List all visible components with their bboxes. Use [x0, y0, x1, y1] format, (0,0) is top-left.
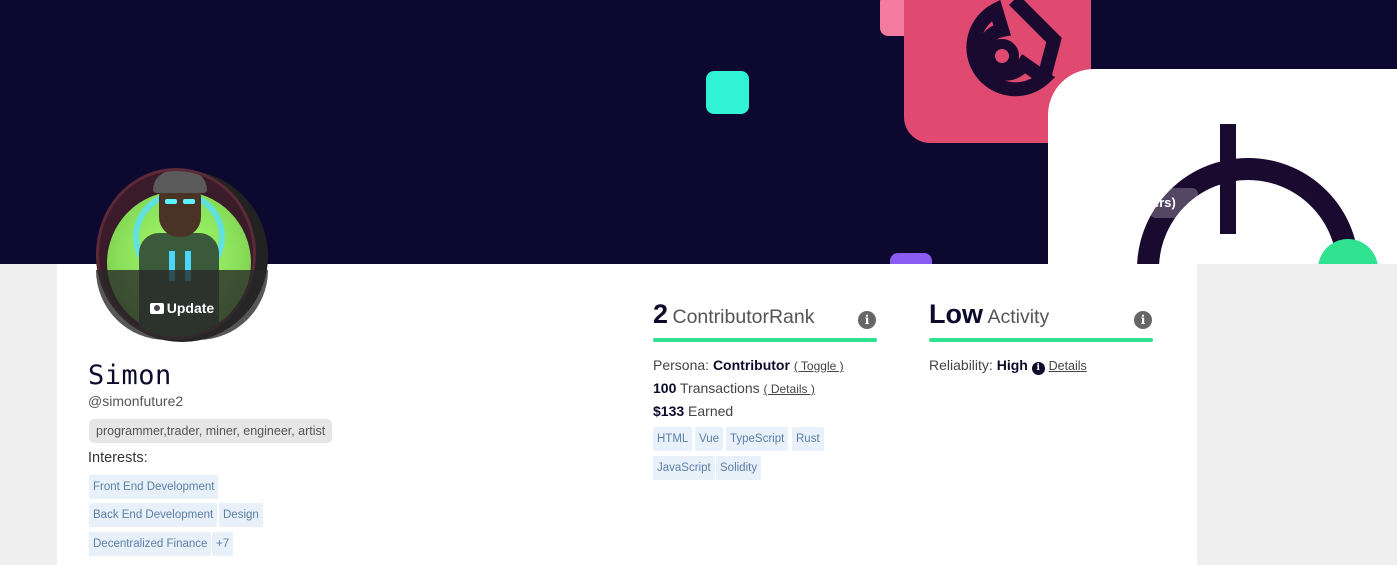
- interests-label: Interests:: [88, 450, 148, 466]
- activity-underline: [929, 338, 1153, 342]
- reliability-value: High: [996, 357, 1028, 373]
- avatar[interactable]: Update: [96, 168, 268, 342]
- rank-info-icon[interactable]: i: [858, 311, 876, 329]
- persona-toggle-link[interactable]: ( Toggle ): [794, 359, 844, 373]
- transactions-count: 100: [653, 380, 677, 396]
- avatar-eye: [165, 199, 177, 204]
- reliability-info-icon[interactable]: i: [1031, 362, 1045, 375]
- update-avatar-label: Update: [166, 300, 215, 316]
- activity-label: Activity: [987, 306, 1050, 328]
- skill-tag[interactable]: TypeScript: [726, 427, 789, 451]
- transactions-line: 100 Transactions ( Details ): [653, 380, 815, 396]
- activity-info-icon[interactable]: i: [1134, 311, 1152, 329]
- reliability-details-link[interactable]: Details: [1049, 359, 1087, 373]
- roles-badge: programmer,trader, miner, engineer, arti…: [89, 419, 333, 443]
- interest-more-tag[interactable]: +7: [212, 532, 234, 556]
- earned-line: $133 Earned: [653, 403, 733, 419]
- banner-decoration-teal: [706, 71, 749, 114]
- update-avatar-button[interactable]: Update: [96, 270, 268, 340]
- rank-underline: [653, 338, 877, 342]
- interest-tag[interactable]: Decentralized Finance: [89, 532, 212, 556]
- dollar-logo-icon: [1137, 124, 1378, 264]
- reliability-label: Reliability:: [929, 357, 993, 373]
- interest-tag[interactable]: Front End Development: [89, 475, 219, 499]
- skill-tag[interactable]: JavaScript: [653, 456, 715, 480]
- transactions-label: Transactions: [680, 380, 760, 396]
- skill-tag[interactable]: Vue: [695, 427, 724, 451]
- reliability-line: Reliability: High i Details: [929, 357, 1087, 375]
- avatar-eye: [183, 199, 195, 204]
- profile-handle: @simonfuture2: [88, 393, 184, 409]
- skill-tag[interactable]: Solidity: [716, 456, 762, 480]
- interest-tag[interactable]: Design: [219, 503, 263, 527]
- skill-tag[interactable]: Rust: [792, 427, 824, 451]
- persona-label: Persona:: [653, 357, 710, 373]
- earned-label: Earned: [688, 403, 734, 419]
- rank-label: ContributorRank: [672, 306, 815, 328]
- interest-tag[interactable]: Back End Development: [89, 503, 218, 527]
- rank-number: 2: [653, 299, 669, 329]
- persona-line: Persona: Contributor ( Toggle ): [653, 357, 844, 373]
- avatar-cap: [153, 171, 207, 193]
- banner-decoration-purple: [890, 253, 932, 264]
- contributor-rank: 2 ContributorRank: [653, 299, 814, 330]
- activity-level: Low Activity: [929, 299, 1049, 330]
- persona-value: Contributor: [712, 357, 790, 373]
- banner-tooltip-fragment: ers): [1150, 188, 1198, 218]
- camera-icon: [149, 303, 164, 314]
- profile-name: Simon: [88, 360, 172, 391]
- earned-value: $133: [653, 403, 685, 419]
- banner-logo-white: [1048, 69, 1397, 264]
- transactions-details-link[interactable]: ( Details ): [764, 382, 815, 396]
- activity-level-value: Low: [929, 299, 983, 329]
- skill-tag[interactable]: HTML: [653, 427, 693, 451]
